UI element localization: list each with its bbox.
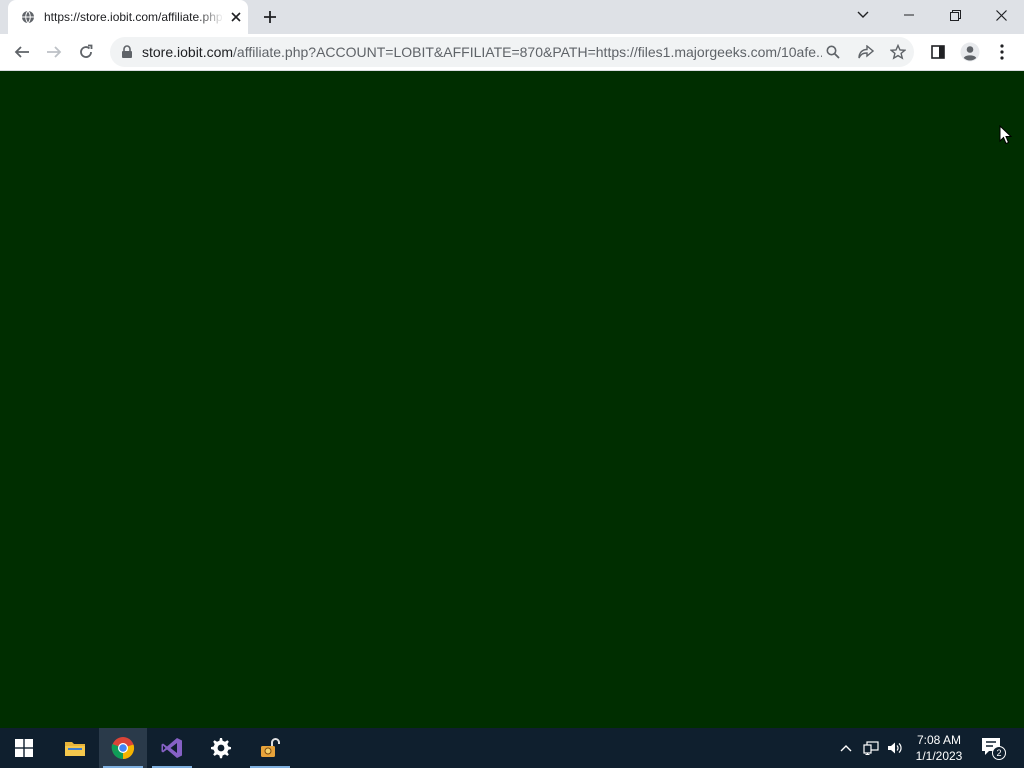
back-button[interactable] bbox=[8, 38, 36, 66]
chrome-taskbar-icon[interactable] bbox=[99, 728, 147, 768]
new-tab-button[interactable] bbox=[258, 5, 282, 29]
browser-toolbar: store.iobit.com/affiliate.php?ACCOUNT=LO… bbox=[0, 34, 1024, 71]
notification-count-badge: 2 bbox=[992, 746, 1006, 760]
share-icon[interactable] bbox=[855, 41, 877, 63]
settings-gear-icon[interactable] bbox=[197, 728, 245, 768]
restore-button[interactable] bbox=[932, 0, 978, 30]
minimize-button[interactable] bbox=[886, 0, 932, 30]
page-content[interactable] bbox=[0, 71, 1024, 728]
forward-button[interactable] bbox=[40, 38, 68, 66]
tab-search-icon[interactable] bbox=[840, 0, 886, 30]
mouse-cursor-icon bbox=[999, 125, 1013, 145]
clock-time: 7:08 AM bbox=[916, 733, 962, 747]
reload-button[interactable] bbox=[72, 38, 100, 66]
globe-icon bbox=[22, 10, 34, 24]
action-center-notifications-icon[interactable]: 2 bbox=[978, 734, 1008, 762]
url-text[interactable]: store.iobit.com/affiliate.php?ACCOUNT=LO… bbox=[142, 44, 822, 60]
close-tab-icon[interactable] bbox=[226, 7, 246, 27]
volume-icon[interactable] bbox=[884, 728, 906, 768]
side-panel-icon[interactable] bbox=[924, 38, 952, 66]
start-button[interactable] bbox=[0, 728, 48, 768]
menu-kebab-icon[interactable] bbox=[988, 38, 1016, 66]
clock-date: 1/1/2023 bbox=[915, 749, 963, 763]
visual-studio-icon[interactable] bbox=[148, 728, 196, 768]
address-bar[interactable]: store.iobit.com/affiliate.php?ACCOUNT=LO… bbox=[110, 37, 914, 67]
tab-title: https://store.iobit.com/affiliate.php?AC… bbox=[44, 10, 224, 24]
network-icon[interactable] bbox=[860, 728, 882, 768]
windows-taskbar: 7:08 AM 1/1/2023 2 bbox=[0, 728, 1024, 768]
show-hidden-icons-chevron-up-icon[interactable] bbox=[836, 728, 856, 768]
profile-avatar-icon[interactable] bbox=[956, 38, 984, 66]
browser-tab-active[interactable]: https://store.iobit.com/affiliate.php?AC… bbox=[8, 0, 248, 34]
taskbar-clock[interactable]: 7:08 AM 1/1/2023 bbox=[908, 732, 970, 764]
tab-strip: https://store.iobit.com/affiliate.php?AC… bbox=[0, 0, 1024, 34]
search-icon[interactable] bbox=[822, 41, 844, 63]
lock-icon[interactable] bbox=[121, 45, 133, 59]
url-path: /affiliate.php?ACCOUNT=LOBIT&AFFILIATE=8… bbox=[233, 44, 822, 60]
close-window-button[interactable] bbox=[978, 0, 1024, 30]
bookmark-star-icon[interactable] bbox=[887, 41, 909, 63]
file-explorer-icon[interactable] bbox=[51, 728, 99, 768]
security-lock-app-icon[interactable] bbox=[246, 728, 294, 768]
url-host: store.iobit.com bbox=[142, 44, 234, 60]
